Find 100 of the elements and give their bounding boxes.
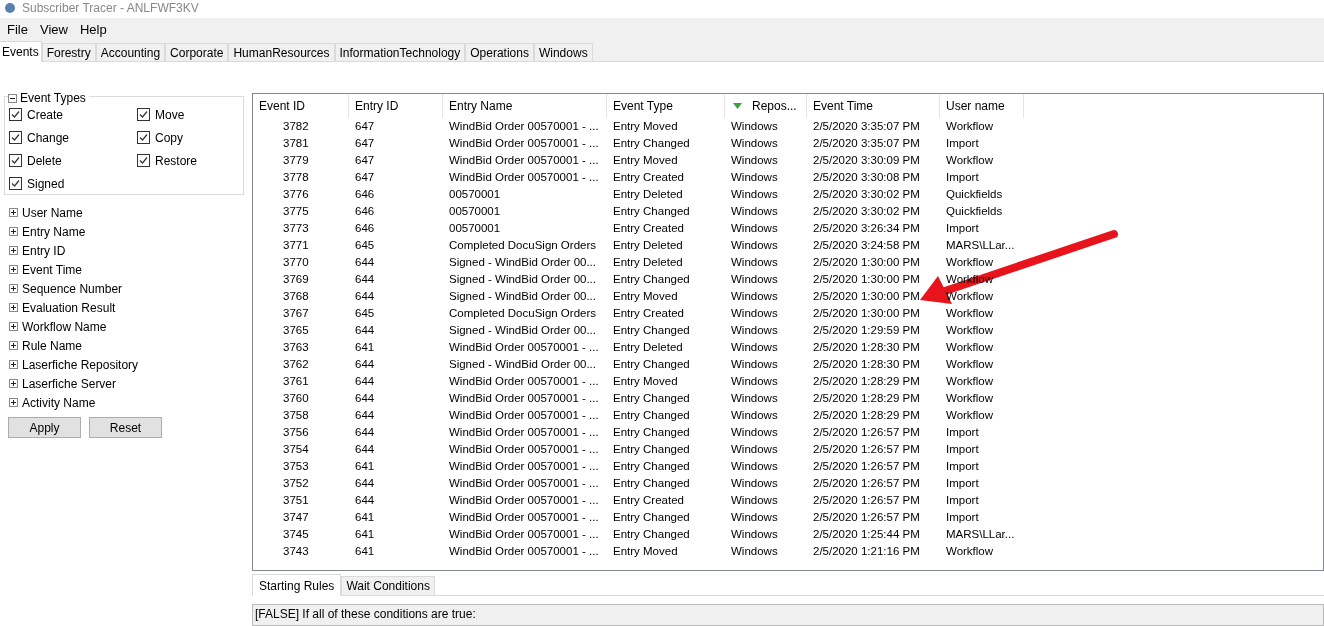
table-cell-text: 3751	[282, 493, 310, 508]
filter-label[interactable]: Laserfiche Server	[22, 374, 117, 393]
table-cell-text: Entry Deleted	[612, 340, 684, 355]
table-cell-text: Entry Changed	[612, 408, 691, 423]
tab[interactable]: Operations	[465, 43, 534, 61]
filter-label[interactable]: Event Time	[22, 260, 83, 279]
expand-icon[interactable]	[9, 303, 18, 312]
column-header[interactable]: Entry Name	[443, 94, 607, 118]
table-cell-text: 641	[354, 527, 376, 542]
group-title: Event Types	[20, 90, 86, 107]
table-cell-text: Entry Created	[612, 221, 685, 236]
tab[interactable]: Forestry	[41, 43, 96, 61]
table-cell-text: 2/5/2020 1:30:00 PM	[812, 255, 921, 270]
column-header[interactable]: Event Type	[607, 94, 725, 118]
filter-label[interactable]: Workflow Name	[22, 317, 107, 336]
column-header[interactable]: User name	[940, 94, 1024, 118]
table-cell-text: 644	[354, 323, 376, 338]
expand-icon[interactable]	[9, 398, 18, 407]
checkbox-label: Create	[27, 106, 64, 124]
checkbox[interactable]	[137, 154, 150, 167]
table-cell-text: 3781	[282, 136, 310, 151]
expand-icon[interactable]	[9, 284, 18, 293]
table-cell-text: WindBid Order 00570001 - ...	[448, 153, 600, 168]
tab[interactable]: Accounting	[95, 43, 166, 61]
tab[interactable]: HumanResources	[228, 43, 335, 61]
table-cell-text: WindBid Order 00570001 - ...	[448, 340, 600, 355]
table-cell-text: Entry Moved	[612, 374, 679, 389]
collapse-icon[interactable]	[8, 93, 17, 103]
table-cell-text: Windows	[730, 425, 779, 440]
expand-icon[interactable]	[9, 208, 18, 217]
checkbox[interactable]	[137, 131, 150, 144]
filter-label[interactable]: Laserfiche Repository	[22, 355, 139, 374]
checkbox[interactable]	[9, 177, 22, 190]
table-cell-text: 2/5/2020 1:26:57 PM	[812, 510, 921, 525]
table-cell-text: 2/5/2020 1:29:59 PM	[812, 323, 921, 338]
menu-item[interactable]: View	[34, 20, 73, 40]
table-cell-text: Workflow	[945, 255, 995, 270]
expand-icon[interactable]	[9, 341, 18, 350]
table-cell-text: WindBid Order 00570001 - ...	[448, 493, 600, 508]
filter-label[interactable]: Rule Name	[22, 336, 83, 355]
tab[interactable]: Events	[0, 41, 42, 62]
table-cell-text: 3762	[282, 357, 310, 372]
checkbox[interactable]	[137, 108, 150, 121]
table-cell-text: Windows	[730, 153, 779, 168]
expand-icon[interactable]	[9, 265, 18, 274]
table-cell-text: 646	[354, 204, 376, 219]
menu-item[interactable]: Help	[74, 20, 112, 40]
table-cell-text: 3756	[282, 425, 310, 440]
table-cell-text: 2/5/2020 1:26:57 PM	[812, 459, 921, 474]
table-cell-text: 2/5/2020 1:26:57 PM	[812, 442, 921, 457]
filter-label[interactable]: User Name	[22, 203, 83, 222]
tab[interactable]: Starting Rules	[252, 574, 342, 596]
tab[interactable]: Wait Conditions	[341, 576, 435, 595]
action-button[interactable]: Reset	[89, 417, 162, 438]
table-cell-text: Quickfields	[945, 187, 1004, 202]
filter-label[interactable]: Activity Name	[22, 393, 96, 412]
table-cell-text: 00570001	[448, 187, 502, 202]
checkbox[interactable]	[9, 108, 22, 121]
expand-icon[interactable]	[9, 360, 18, 369]
checkbox-label: Change	[27, 129, 70, 147]
table-cell-text: 641	[354, 544, 376, 559]
table-cell-text: Entry Changed	[612, 425, 691, 440]
action-button[interactable]: Apply	[8, 417, 81, 438]
table-cell-text: Signed - WindBid Order 00...	[448, 289, 597, 304]
table-cell-text: 3753	[282, 459, 310, 474]
menu-item[interactable]: File	[2, 20, 33, 40]
table-cell-text: Windows	[730, 119, 779, 134]
table-cell-text: Windows	[730, 391, 779, 406]
table-cell-text: Entry Changed	[612, 136, 691, 151]
filter-label[interactable]: Sequence Number	[22, 279, 123, 298]
table-cell-text: 3775	[282, 204, 310, 219]
table-cell-text: 2/5/2020 3:30:02 PM	[812, 187, 921, 202]
filter-label[interactable]: Entry Name	[22, 222, 86, 241]
table-cell-text: Entry Changed	[612, 527, 691, 542]
checkbox[interactable]	[9, 131, 22, 144]
column-header[interactable]: Entry ID	[349, 94, 443, 118]
column-header[interactable]: Event Time	[807, 94, 940, 118]
column-header[interactable]: Event ID	[253, 94, 349, 118]
column-header[interactable]: Repos...	[725, 94, 807, 118]
expand-icon[interactable]	[9, 246, 18, 255]
expand-icon[interactable]	[9, 379, 18, 388]
filter-label[interactable]: Evaluation Result	[22, 298, 116, 317]
filter-label[interactable]: Entry ID	[22, 241, 66, 260]
tab[interactable]: Corporate	[165, 43, 229, 61]
table-cell-text: 00570001	[448, 221, 502, 236]
checkbox[interactable]	[9, 154, 22, 167]
tab[interactable]: InformationTechnology	[334, 43, 466, 61]
table-cell-text: 645	[354, 238, 376, 253]
table-cell-text: Windows	[730, 289, 779, 304]
table-cell-text: 3767	[282, 306, 310, 321]
table-cell-text: Signed - WindBid Order 00...	[448, 272, 597, 287]
table-cell-text: Completed DocuSign Orders	[448, 306, 597, 321]
tab[interactable]: Windows	[533, 43, 593, 61]
table-cell-text: 3752	[282, 476, 310, 491]
expand-icon[interactable]	[9, 322, 18, 331]
expand-icon[interactable]	[9, 227, 18, 236]
table-cell-text: 644	[354, 289, 376, 304]
table-cell-text: WindBid Order 00570001 - ...	[448, 476, 600, 491]
table-cell-text: Windows	[730, 272, 779, 287]
table-cell-text: Signed - WindBid Order 00...	[448, 357, 597, 372]
